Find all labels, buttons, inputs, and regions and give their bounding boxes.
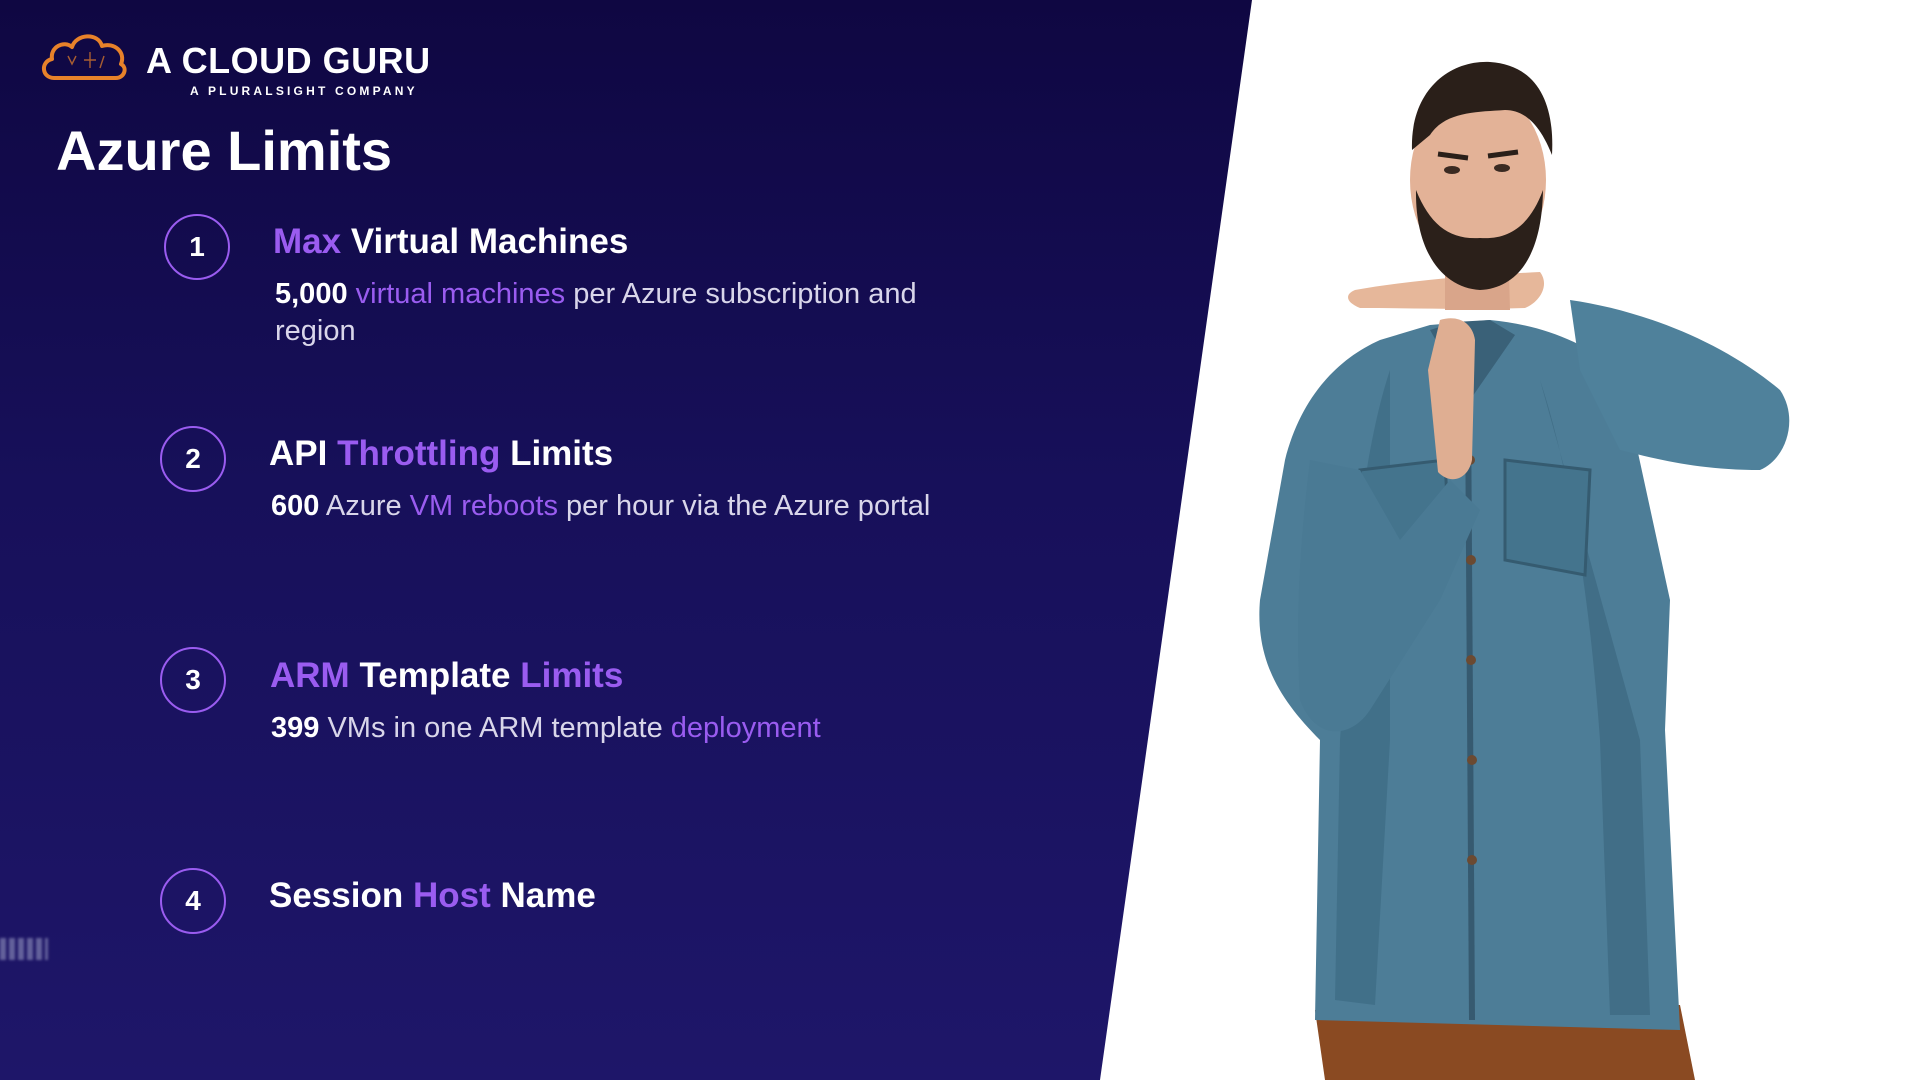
brand-tagline: A PLURALSIGHT COMPANY: [190, 84, 418, 98]
slide: A CLOUD GURU A PLURALSIGHT COMPANY Azure…: [0, 0, 1920, 1080]
heading-accent: Limits: [520, 656, 624, 695]
desc-value: 600: [271, 490, 320, 522]
desc-text: per hour via the Azure portal: [557, 490, 931, 522]
heading-text: Virtual Machines: [341, 222, 629, 261]
number-badge: 1: [164, 214, 230, 280]
desc-value: 399: [271, 712, 320, 744]
heading-accent: Host: [412, 876, 491, 915]
cloud-logo-icon: [42, 34, 127, 80]
item-description: 600 Azure VM reboots per hour via the Az…: [271, 488, 991, 525]
number-badge: 2: [160, 426, 226, 492]
blurred-edge-artifact: [0, 938, 48, 960]
desc-text: [348, 278, 356, 310]
heading-text: Name: [490, 876, 596, 915]
number-badge: 3: [160, 647, 226, 713]
desc-value: 5,000: [275, 278, 348, 310]
heading-accent: Max: [273, 222, 342, 261]
brand-logo: A CLOUD GURU A PLURALSIGHT COMPANY: [38, 28, 438, 100]
desc-accent: deployment: [670, 712, 821, 744]
desc-text: VMs in one ARM template: [319, 712, 671, 744]
item-heading: Max Virtual Machines: [273, 222, 628, 262]
desc-accent: virtual machines: [355, 278, 566, 310]
item-heading: Session Host Name: [269, 876, 596, 916]
heading-text: Template: [349, 656, 521, 695]
item-description: 399 VMs in one ARM template deployment: [271, 710, 991, 747]
heading-text: Session: [269, 876, 413, 915]
desc-accent: VM reboots: [409, 490, 558, 522]
presenter-timeout-gesture-icon: [1259, 61, 1790, 1080]
item-heading: API Throttling Limits: [269, 434, 613, 474]
item-heading: ARM Template Limits: [270, 656, 623, 696]
desc-text: Azure: [319, 490, 410, 522]
heading-text: Limits: [500, 434, 614, 473]
number-badge: 4: [160, 868, 226, 934]
item-description: 5,000 virtual machines per Azure subscri…: [275, 276, 995, 350]
heading-accent: ARM: [270, 656, 350, 695]
heading-accent: Throttling: [337, 434, 501, 473]
page-title: Azure Limits: [56, 119, 393, 182]
brand-name: A CLOUD GURU: [146, 40, 431, 81]
heading-text: API: [269, 434, 338, 473]
